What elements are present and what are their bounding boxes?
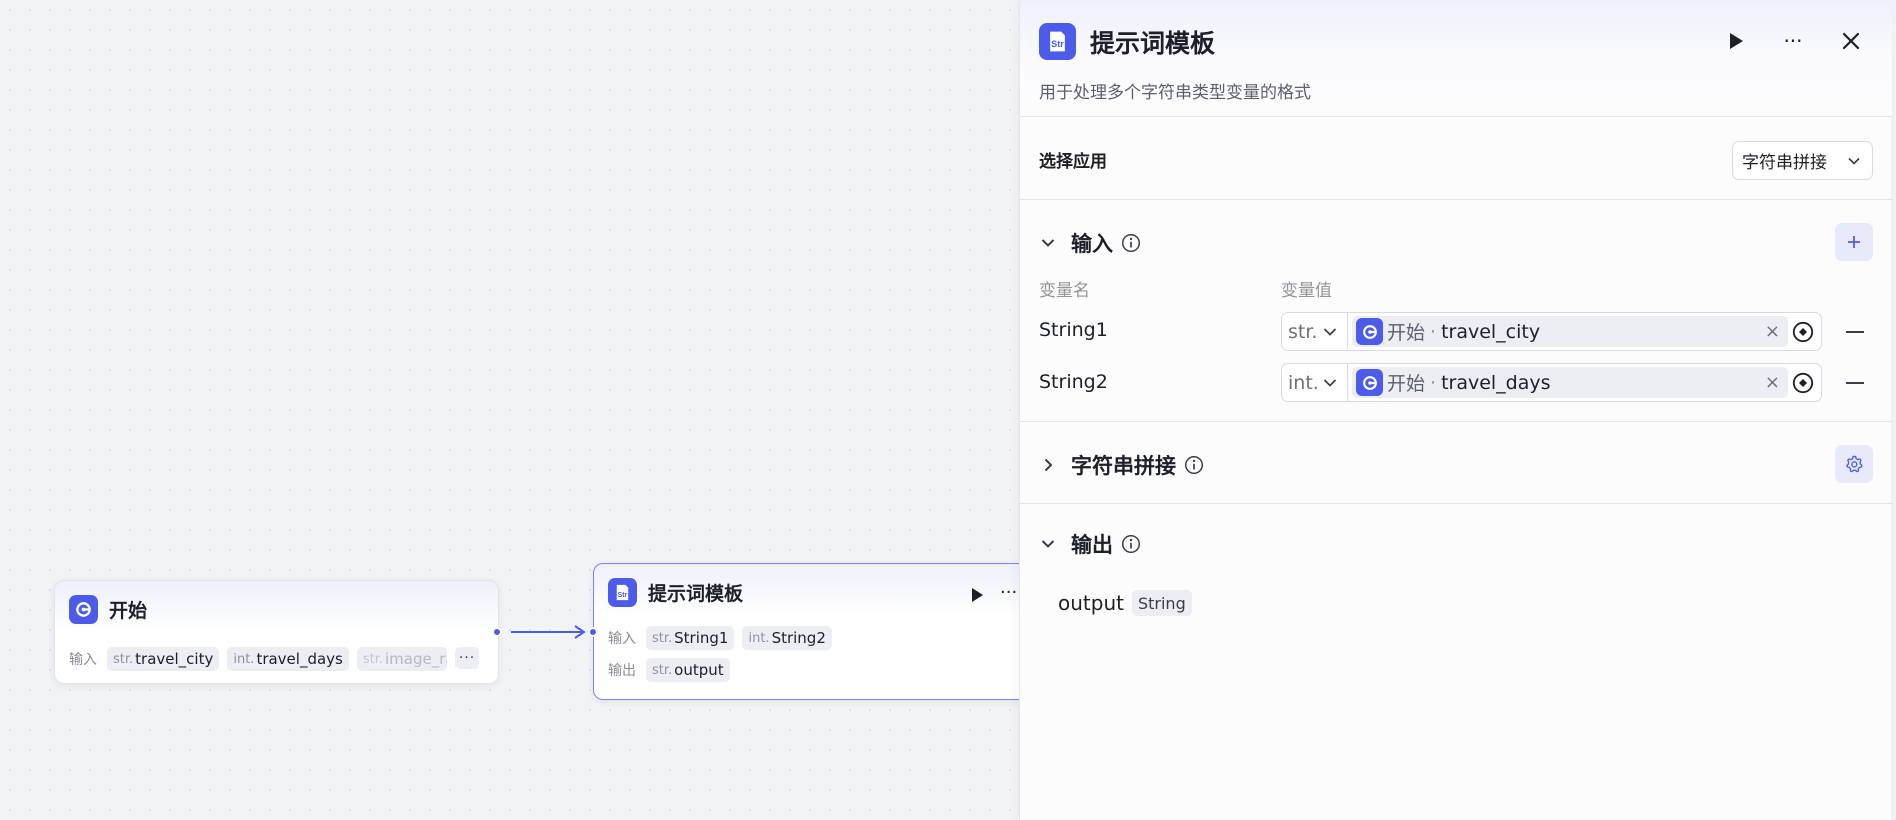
remove-input-button[interactable]: [1846, 382, 1864, 384]
concat-section-title: 字符串拼接: [1071, 454, 1176, 478]
output-section-title: 输出: [1071, 533, 1113, 557]
reference-separator: ·: [1430, 320, 1437, 343]
add-input-button[interactable]: [1835, 223, 1873, 261]
select-app-value: 字符串拼接: [1742, 153, 1827, 173]
play-icon[interactable]: [970, 587, 984, 603]
output-variable-type: String: [1131, 590, 1192, 616]
template-node-title: 提示词模板: [648, 583, 744, 605]
close-button[interactable]: [1835, 25, 1867, 57]
template-node-outputs: 输出 str. output: [608, 658, 730, 682]
start-input-tag: int. travel_days: [227, 647, 349, 671]
variable-reference-chip[interactable]: 开始 · travel_days ×: [1352, 367, 1788, 398]
type-select-value: str.: [1288, 320, 1318, 343]
template-output-tag: str. output: [646, 658, 730, 682]
variable-value-field[interactable]: str. 开始 · travel_city ×: [1281, 312, 1822, 351]
panel-title: 提示词模板: [1090, 29, 1216, 58]
run-button[interactable]: [1720, 25, 1752, 57]
string-template-icon: Str: [608, 578, 637, 607]
clear-icon[interactable]: ×: [1765, 372, 1780, 393]
template-input-label: 输入: [608, 631, 636, 647]
info-icon[interactable]: [1121, 233, 1141, 253]
type-select[interactable]: str.: [1282, 313, 1348, 350]
reference-source: 开始: [1387, 322, 1426, 344]
plus-icon: [1848, 236, 1860, 248]
type-select-value: int.: [1288, 371, 1319, 394]
variable-name: String2: [1039, 371, 1108, 393]
start-more-button[interactable]: ···: [455, 647, 479, 669]
select-app-label: 选择应用: [1039, 152, 1107, 172]
start-output-port[interactable]: [492, 627, 502, 637]
variable-value-field[interactable]: int. 开始 · travel_days ×: [1281, 363, 1822, 402]
divider: [1020, 503, 1892, 504]
reference-variable: travel_days: [1441, 371, 1551, 394]
panel-header: Str 提示词模板 用于处理多个字符串类型变量的格式 ···: [1020, 0, 1892, 117]
clear-icon[interactable]: ×: [1765, 321, 1780, 342]
play-icon: [1730, 33, 1743, 49]
node-config-panel: Str 提示词模板 用于处理多个字符串类型变量的格式 ··· 选择应用 字符串拼…: [1019, 0, 1892, 820]
svg-text:Str: Str: [1051, 39, 1064, 49]
start-input-tag: str. travel_city: [107, 647, 220, 671]
concat-section-header[interactable]: 字符串拼接: [1039, 450, 1204, 480]
inputs-section-title: 输入: [1071, 232, 1113, 256]
panel-description: 用于处理多个字符串类型变量的格式: [1039, 83, 1311, 103]
start-icon: [1356, 369, 1383, 396]
chevron-down-icon: [1323, 379, 1337, 387]
divider: [1020, 421, 1892, 422]
start-icon: [1356, 318, 1383, 345]
info-icon[interactable]: [1121, 534, 1141, 554]
close-icon: [1842, 32, 1860, 50]
chevron-right-icon: [1039, 456, 1057, 474]
start-node[interactable]: 开始 输入 str. travel_city int. travel_days st…: [54, 580, 502, 684]
template-node[interactable]: Str 提示词模板 ··· 输入 str. String1 int. String2…: [588, 563, 1043, 700]
start-icon: [69, 595, 98, 624]
chevron-down-icon: [1323, 328, 1337, 336]
column-header-name: 变量名: [1039, 281, 1090, 301]
divider: [1020, 199, 1892, 200]
output-variable-name: output: [1058, 591, 1124, 615]
chevron-down-icon: [1848, 157, 1860, 165]
edge-connector[interactable]: [511, 624, 593, 640]
column-header-value: 变量值: [1281, 281, 1332, 301]
variable-picker-icon[interactable]: [1792, 372, 1814, 394]
template-input-tag: int. String2: [742, 626, 832, 650]
start-node-inputs: 输入 str. travel_city int. travel_days str. i…: [69, 647, 447, 671]
gear-icon: [1846, 455, 1863, 473]
inputs-section-header[interactable]: 输入: [1039, 228, 1141, 258]
panel-more-button[interactable]: ···: [1777, 25, 1809, 57]
info-icon[interactable]: [1184, 455, 1204, 475]
chevron-down-icon: [1039, 535, 1057, 553]
start-node-header: 开始: [69, 595, 147, 624]
start-input-label: 输入: [69, 652, 97, 668]
variable-reference-chip[interactable]: 开始 · travel_city ×: [1352, 316, 1788, 347]
template-more-icon[interactable]: ···: [1000, 582, 1017, 603]
output-section-header[interactable]: 输出: [1039, 529, 1141, 559]
template-input-port[interactable]: [588, 627, 598, 637]
remove-input-button[interactable]: [1846, 331, 1864, 333]
variable-name: String1: [1039, 319, 1108, 341]
template-node-header: Str 提示词模板: [608, 578, 743, 607]
start-input-tag: str.image_ra: [356, 647, 447, 671]
template-output-label: 输出: [608, 663, 636, 679]
variable-picker-icon[interactable]: [1792, 321, 1814, 343]
reference-source: 开始: [1387, 373, 1426, 395]
output-variable-row: output String: [1058, 590, 1192, 616]
start-node-title: 开始: [109, 600, 148, 622]
template-input-tag: str. String1: [646, 626, 735, 650]
select-app-dropdown[interactable]: 字符串拼接: [1732, 141, 1873, 180]
template-node-inputs: 输入 str. String1 int. String2: [608, 626, 832, 650]
type-select[interactable]: int.: [1282, 364, 1348, 401]
chevron-down-icon: [1039, 234, 1057, 252]
reference-variable: travel_city: [1441, 320, 1541, 343]
reference-separator: ·: [1430, 371, 1437, 394]
string-template-icon: Str: [1039, 23, 1076, 60]
svg-text:Str: Str: [618, 591, 628, 599]
concat-settings-button[interactable]: [1835, 445, 1873, 483]
